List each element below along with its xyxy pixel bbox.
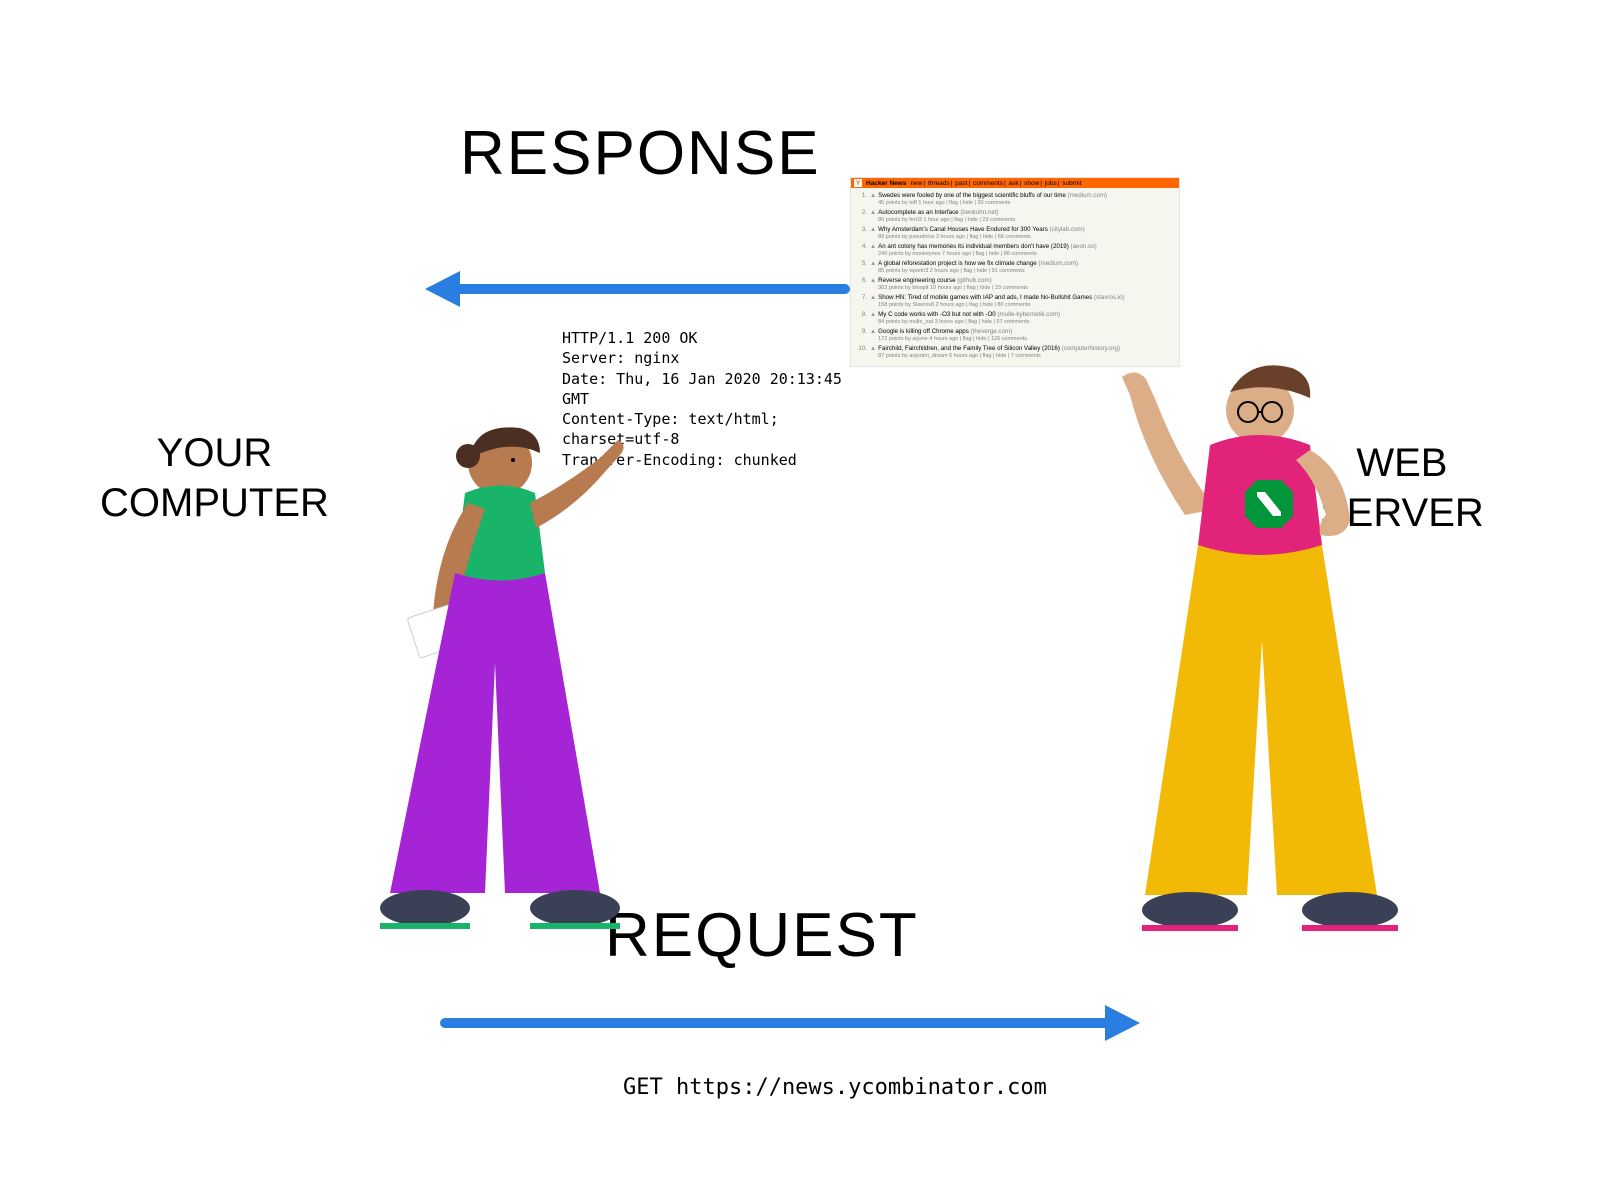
- header-line: HTTP/1.1 200 OK: [562, 328, 842, 348]
- hn-story-item: 1.▲Swedes were fooled by one of the bigg…: [854, 192, 1176, 206]
- hn-nav: new| threads| past| comments| ask| show|…: [910, 180, 1081, 187]
- hn-header: Y Hacker News new| threads| past| commen…: [851, 178, 1179, 188]
- nginx-logo-icon: [1245, 480, 1293, 528]
- hn-story-item: 2.▲Autocomplete as an Interface (benkuhn…: [854, 209, 1176, 223]
- http-request-line: GET https://news.ycombinator.com: [623, 1073, 1047, 1103]
- hn-story-item: 6.▲Reverse engineering course (github.co…: [854, 277, 1176, 291]
- client-label: YOUR COMPUTER: [100, 428, 329, 528]
- request-arrow: [440, 988, 1160, 1058]
- hn-story-item: 8.▲My C code works with -O3 but not with…: [854, 311, 1176, 325]
- header-line: Date: Thu, 16 Jan 2020 20:13:45 GMT: [562, 369, 842, 410]
- hn-story-item: 9.▲Google is killing off Chrome apps (th…: [854, 328, 1176, 342]
- hn-story-item: 7.▲Show HN: Tired of mobile games with I…: [854, 294, 1176, 308]
- hn-story-item: 3.▲Why Amsterdam's Canal Houses Have End…: [854, 226, 1176, 240]
- header-line: Server: nginx: [562, 348, 842, 368]
- hn-story-list: 1.▲Swedes were fooled by one of the bigg…: [851, 188, 1179, 366]
- hn-logo-icon: Y: [854, 179, 862, 187]
- hn-story-item: 5.▲A global reforestation project is how…: [854, 260, 1176, 274]
- server-person-icon: [1090, 350, 1470, 980]
- client-person-icon: [330, 418, 680, 973]
- hn-page-preview: Y Hacker News new| threads| past| commen…: [850, 177, 1180, 367]
- response-arrow: [410, 254, 850, 324]
- hn-story-item: 4.▲An ant colony has memories its indivi…: [854, 243, 1176, 257]
- response-label: RESPONSE: [460, 118, 821, 189]
- hn-title: Hacker News: [866, 180, 906, 187]
